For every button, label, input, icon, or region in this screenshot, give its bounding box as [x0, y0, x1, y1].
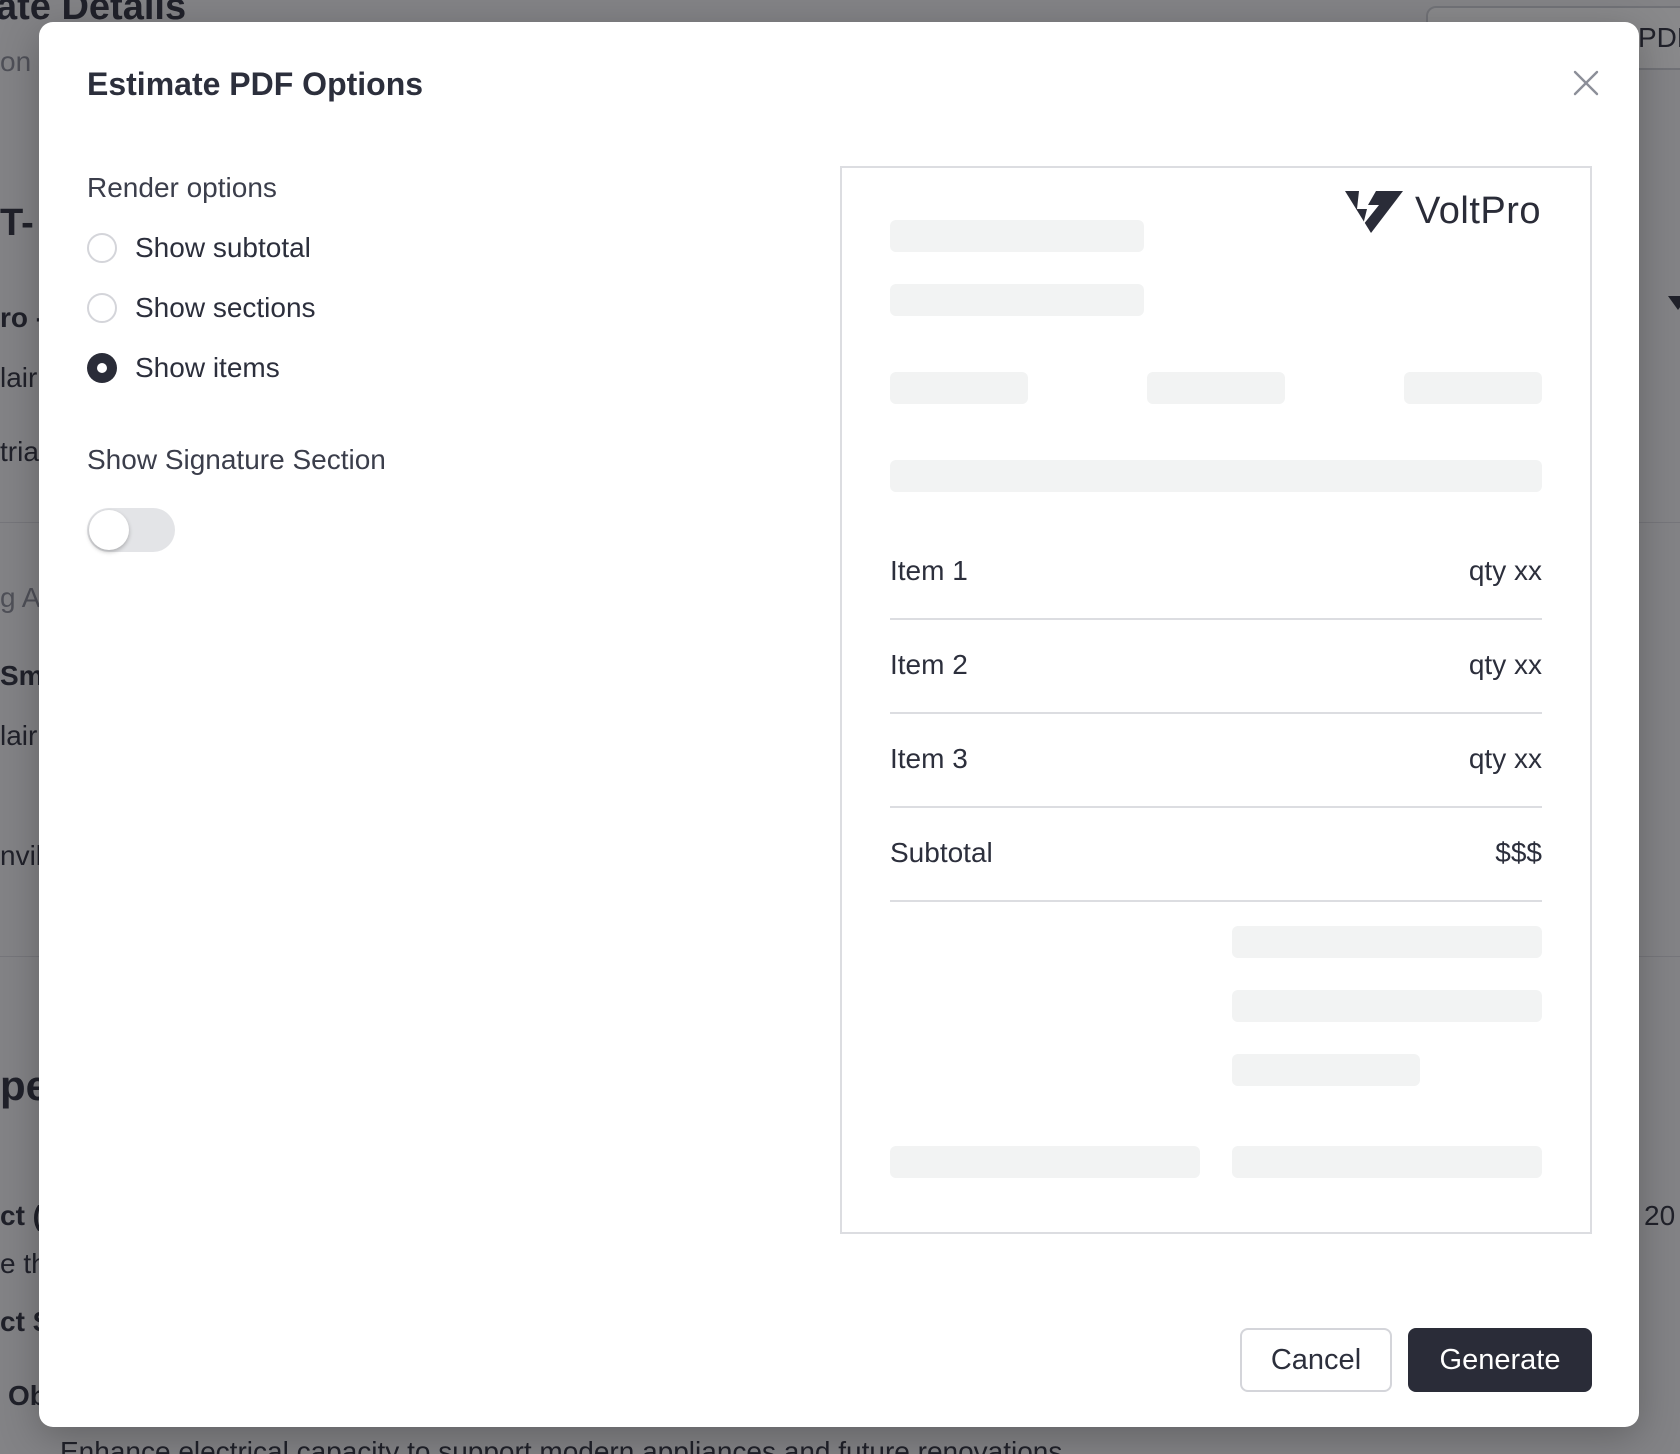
pdf-preview: VoltPro Item 1 qty xx Item 2 qty xx Item…	[840, 166, 1592, 1234]
preview-row-item-2: Item 2 qty xx	[890, 618, 1542, 714]
radio-label: Show items	[135, 352, 280, 383]
generate-button[interactable]: Generate	[1408, 1328, 1592, 1392]
row-label: Item 3	[890, 743, 968, 774]
placeholder-bar	[890, 372, 1028, 404]
placeholder-bar	[1404, 372, 1542, 404]
radio-show-items[interactable]: Show items	[87, 348, 280, 388]
preview-row-item-3: Item 3 qty xx	[890, 712, 1542, 808]
radio-label: Show subtotal	[135, 232, 311, 263]
row-label: Item 2	[890, 649, 968, 680]
radio-button-checked[interactable]	[87, 353, 117, 383]
row-label: Item 1	[890, 555, 968, 586]
dialog-title: Estimate PDF Options	[87, 66, 424, 102]
cancel-button[interactable]: Cancel	[1240, 1328, 1392, 1392]
row-value: qty xx	[1468, 555, 1542, 586]
row-value: $$$	[1495, 837, 1542, 868]
logo-text: VoltPro	[1415, 190, 1542, 232]
render-options-label: Render options	[87, 172, 277, 203]
placeholder-bar	[1232, 1146, 1542, 1178]
estimate-pdf-options-dialog: Estimate PDF Options Render options Show…	[39, 22, 1639, 1427]
signature-section-label: Show Signature Section	[87, 444, 386, 475]
preview-row-subtotal: Subtotal $$$	[890, 806, 1542, 902]
radio-show-subtotal[interactable]: Show subtotal	[87, 228, 311, 268]
company-logo: VoltPro	[1345, 190, 1541, 233]
toggle-knob	[89, 510, 129, 550]
row-value: qty xx	[1468, 743, 1542, 774]
placeholder-bar	[890, 220, 1144, 252]
radio-show-sections[interactable]: Show sections	[87, 288, 316, 328]
row-label: Subtotal	[890, 837, 993, 868]
row-value: qty xx	[1468, 649, 1542, 680]
radio-label: Show sections	[135, 292, 316, 323]
placeholder-bar	[1147, 372, 1285, 404]
radio-button[interactable]	[87, 293, 117, 323]
placeholder-bar	[1232, 990, 1542, 1022]
close-icon	[1573, 70, 1599, 96]
placeholder-bar	[890, 284, 1144, 316]
placeholder-bar	[890, 460, 1542, 492]
placeholder-bar	[1232, 926, 1542, 958]
close-button[interactable]	[1561, 58, 1611, 108]
preview-row-item-1: Item 1 qty xx	[890, 524, 1542, 620]
placeholder-bar	[890, 1146, 1200, 1178]
signature-toggle[interactable]	[87, 508, 175, 552]
placeholder-bar	[1232, 1054, 1420, 1086]
voltpro-logo-icon	[1345, 190, 1403, 233]
radio-button[interactable]	[87, 233, 117, 263]
